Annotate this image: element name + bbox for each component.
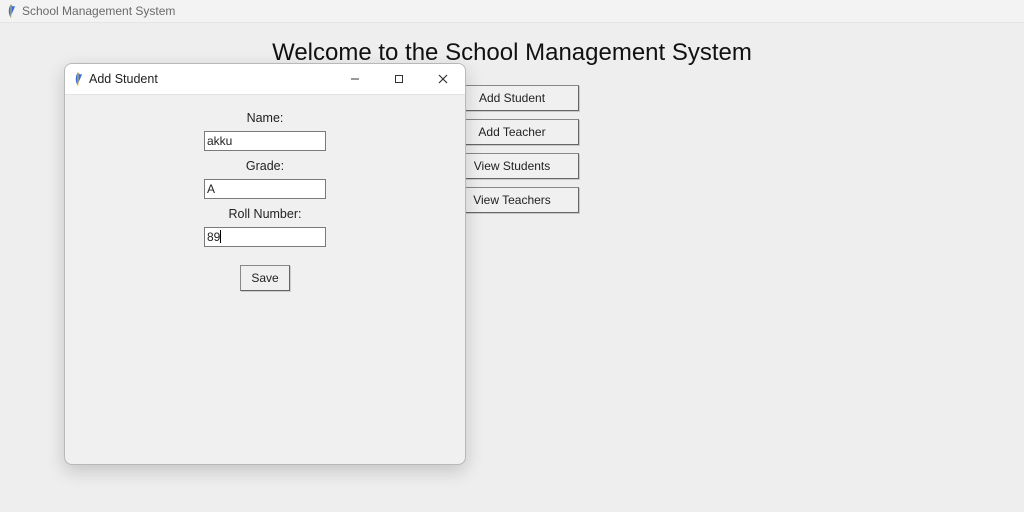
feather-icon — [6, 4, 16, 18]
close-icon[interactable] — [421, 64, 465, 94]
roll-number-label: Roll Number: — [65, 207, 465, 221]
dialog-body: Name: akku Grade: A Roll Number: 89 Save — [65, 95, 465, 291]
save-button[interactable]: Save — [240, 265, 290, 291]
main-window-title: School Management System — [22, 4, 175, 18]
name-input[interactable]: akku — [204, 131, 326, 151]
maximize-icon[interactable] — [377, 64, 421, 94]
add-student-dialog: Add Student Name: akku Grade: A Roll Num… — [64, 63, 466, 465]
grade-input[interactable]: A — [204, 179, 326, 199]
minimize-icon[interactable] — [333, 64, 377, 94]
feather-icon — [73, 72, 83, 86]
dialog-title: Add Student — [89, 72, 158, 86]
roll-number-input[interactable]: 89 — [204, 227, 326, 247]
main-window-titlebar: School Management System — [0, 0, 1024, 23]
main-window-client-area: Welcome to the School Management System … — [0, 23, 1024, 512]
dialog-titlebar[interactable]: Add Student — [65, 64, 465, 95]
name-label: Name: — [65, 111, 465, 125]
grade-label: Grade: — [65, 159, 465, 173]
